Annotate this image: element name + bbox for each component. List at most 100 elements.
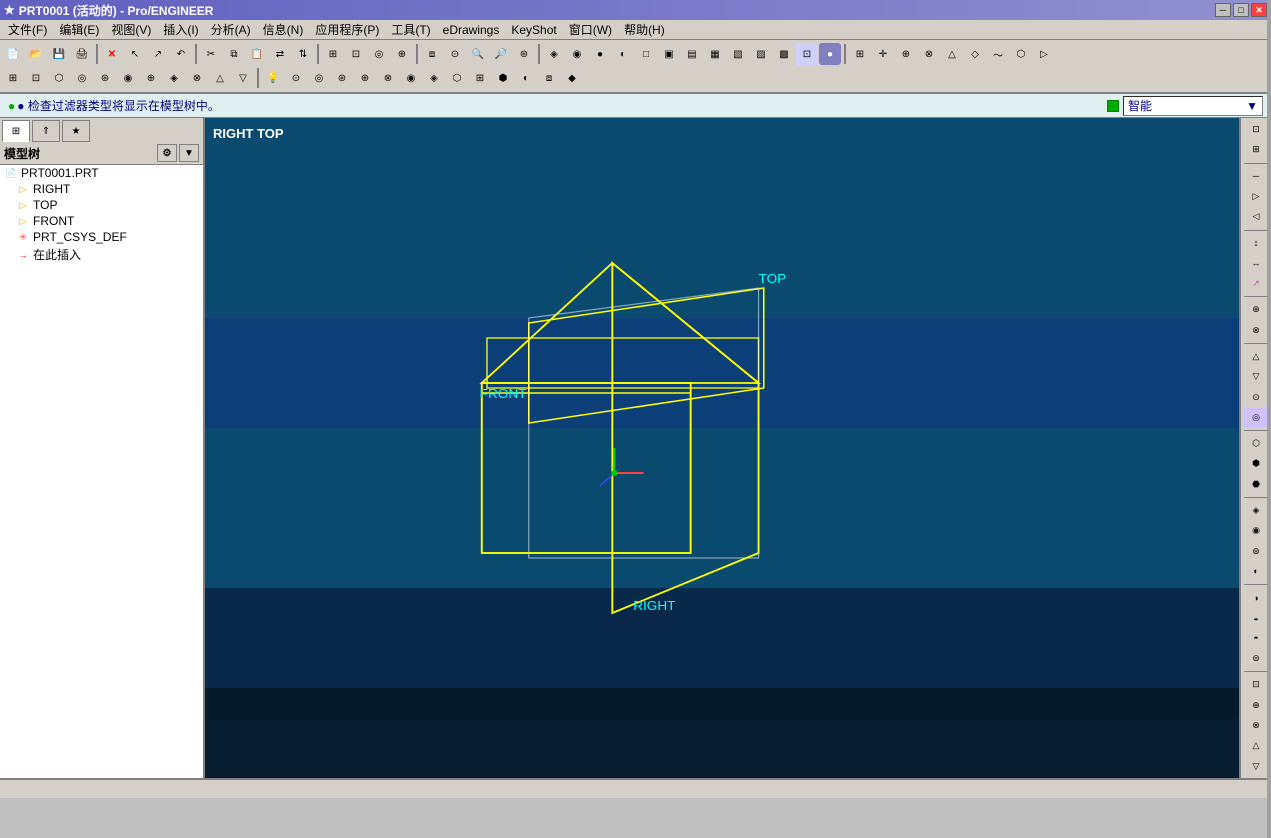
tb-shade10[interactable]: ▨: [750, 43, 772, 65]
tb-new[interactable]: 📄: [2, 43, 24, 65]
tb-shade3[interactable]: ●: [589, 43, 611, 65]
menu-edrawings[interactable]: eDrawings: [437, 21, 506, 39]
rt-btn-22[interactable]: ◑: [1243, 588, 1269, 607]
viewport[interactable]: TOP FRONT RIGHT RIGHT TOP: [205, 118, 1239, 778]
rt-btn-29[interactable]: △: [1243, 736, 1269, 755]
panel-resize-handle[interactable]: [1267, 0, 1271, 838]
tb-r21[interactable]: ⬢: [492, 67, 514, 89]
viewport-canvas[interactable]: TOP FRONT RIGHT RIGHT TOP: [205, 118, 1239, 778]
tree-item-prt[interactable]: 📄 PRT0001.PRT: [0, 165, 203, 181]
rt-btn-7[interactable]: ↔: [1243, 254, 1269, 273]
tb-view3[interactable]: 🔍: [467, 43, 489, 65]
rt-btn-6[interactable]: ↕: [1243, 233, 1269, 252]
tb-axis[interactable]: ✛: [872, 43, 894, 65]
tb-view2[interactable]: ⊙: [444, 43, 466, 65]
tb-undo[interactable]: ↶: [170, 43, 192, 65]
tb-arrow[interactable]: ↗: [147, 43, 169, 65]
tb-r17[interactable]: ◉: [400, 67, 422, 89]
tb-select[interactable]: ↖: [124, 43, 146, 65]
menu-info[interactable]: 信息(N): [257, 19, 310, 40]
tb-shade7[interactable]: ▤: [681, 43, 703, 65]
tb-coord[interactable]: ⊕: [895, 43, 917, 65]
rt-btn-11[interactable]: △: [1243, 347, 1269, 366]
tb-cut[interactable]: ✂: [200, 43, 222, 65]
tb-r1[interactable]: ⊞: [2, 67, 24, 89]
tb-r15[interactable]: ⊕: [354, 67, 376, 89]
panel-tab-fav[interactable]: ★: [62, 120, 90, 142]
tb-r9[interactable]: ⊗: [186, 67, 208, 89]
tree-item-insert[interactable]: → 在此插入: [12, 245, 203, 264]
tb-plane[interactable]: △: [941, 43, 963, 65]
tb-tool1[interactable]: ⊞: [322, 43, 344, 65]
tb-tool2[interactable]: ⊡: [345, 43, 367, 65]
tb-r11[interactable]: ▽: [232, 67, 254, 89]
rt-btn-27[interactable]: ⊕: [1243, 695, 1269, 714]
rt-btn-12[interactable]: ▽: [1243, 367, 1269, 386]
tb-r10[interactable]: △: [209, 67, 231, 89]
rt-btn-23[interactable]: ◒: [1243, 608, 1269, 627]
menu-view[interactable]: 视图(V): [105, 19, 157, 40]
tb-edge[interactable]: ▷: [1033, 43, 1055, 65]
tb-r18[interactable]: ◈: [423, 67, 445, 89]
tb-tool3[interactable]: ◎: [368, 43, 390, 65]
tb-point[interactable]: ◇: [964, 43, 986, 65]
rt-btn-26[interactable]: ⊡: [1243, 675, 1269, 694]
tb-shade4[interactable]: ◐: [612, 43, 634, 65]
tb-shade5[interactable]: □: [635, 43, 657, 65]
rt-btn-18[interactable]: ◈: [1243, 501, 1269, 520]
menu-edit[interactable]: 编辑(E): [53, 19, 105, 40]
tb-print[interactable]: 🖨: [71, 43, 93, 65]
rt-btn-17[interactable]: ⬣: [1243, 475, 1269, 494]
tb-shade8[interactable]: ▦: [704, 43, 726, 65]
maximize-button[interactable]: □: [1233, 3, 1249, 17]
menu-help[interactable]: 帮助(H): [618, 19, 671, 40]
tb-light[interactable]: 💡: [262, 67, 284, 89]
rt-btn-2[interactable]: ⊞: [1243, 140, 1269, 159]
tb-view1[interactable]: ⧈: [421, 43, 443, 65]
rt-btn-25[interactable]: ⊜: [1243, 649, 1269, 668]
rt-btn-8[interactable]: ↗: [1243, 274, 1269, 293]
tb-r16[interactable]: ⊗: [377, 67, 399, 89]
tree-item-right[interactable]: ▷ RIGHT: [12, 181, 203, 197]
tb-view5[interactable]: ⊛: [513, 43, 535, 65]
tb-r2[interactable]: ⊡: [25, 67, 47, 89]
rt-btn-3[interactable]: ─: [1243, 167, 1269, 186]
tb-copy[interactable]: ⧉: [223, 43, 245, 65]
tb-r20[interactable]: ⊞: [469, 67, 491, 89]
rt-btn-13[interactable]: ⊙: [1243, 387, 1269, 406]
rt-btn-1[interactable]: ⊡: [1243, 120, 1269, 139]
tree-item-front[interactable]: ▷ FRONT: [12, 213, 203, 229]
menu-analysis[interactable]: 分析(A): [205, 19, 257, 40]
panel-tab-nav[interactable]: ⇑: [32, 120, 60, 142]
tb-r14[interactable]: ⊛: [331, 67, 353, 89]
tb-r6[interactable]: ◉: [117, 67, 139, 89]
tb-r22[interactable]: ◐: [515, 67, 537, 89]
rt-btn-5[interactable]: ◁: [1243, 207, 1269, 226]
tb-r19[interactable]: ⬡: [446, 67, 468, 89]
menu-window[interactable]: 窗口(W): [563, 19, 618, 40]
tb-sphere[interactable]: ●: [819, 43, 841, 65]
tb-datum[interactable]: ⊗: [918, 43, 940, 65]
rt-btn-15[interactable]: ⬡: [1243, 434, 1269, 453]
tb-paste[interactable]: 📋: [246, 43, 268, 65]
close-button[interactable]: ✕: [1251, 3, 1267, 17]
rt-btn-30[interactable]: ▽: [1243, 756, 1269, 775]
tb-3d[interactable]: ⊡: [796, 43, 818, 65]
rt-btn-20[interactable]: ⊛: [1243, 541, 1269, 560]
rt-btn-14[interactable]: ◎: [1243, 408, 1269, 427]
tb-shade11[interactable]: ▩: [773, 43, 795, 65]
tree-settings-btn[interactable]: ⚙: [157, 144, 177, 162]
tb-close[interactable]: ✕: [101, 43, 123, 65]
menu-tools[interactable]: 工具(T): [385, 19, 436, 40]
panel-tab-tree[interactable]: ⊞: [2, 120, 30, 142]
menu-insert[interactable]: 插入(I): [157, 19, 204, 40]
tb-r12[interactable]: ⊙: [285, 67, 307, 89]
minimize-button[interactable]: ─: [1215, 3, 1231, 17]
tb-r5[interactable]: ⊛: [94, 67, 116, 89]
tree-item-csys[interactable]: ✳ PRT_CSYS_DEF: [12, 229, 203, 245]
rt-btn-21[interactable]: ◐: [1243, 562, 1269, 581]
tb-tool4[interactable]: ⊕: [391, 43, 413, 65]
tb-shade1[interactable]: ◈: [543, 43, 565, 65]
tb-open[interactable]: 📂: [25, 43, 47, 65]
tb-mirror[interactable]: ⇄: [269, 43, 291, 65]
